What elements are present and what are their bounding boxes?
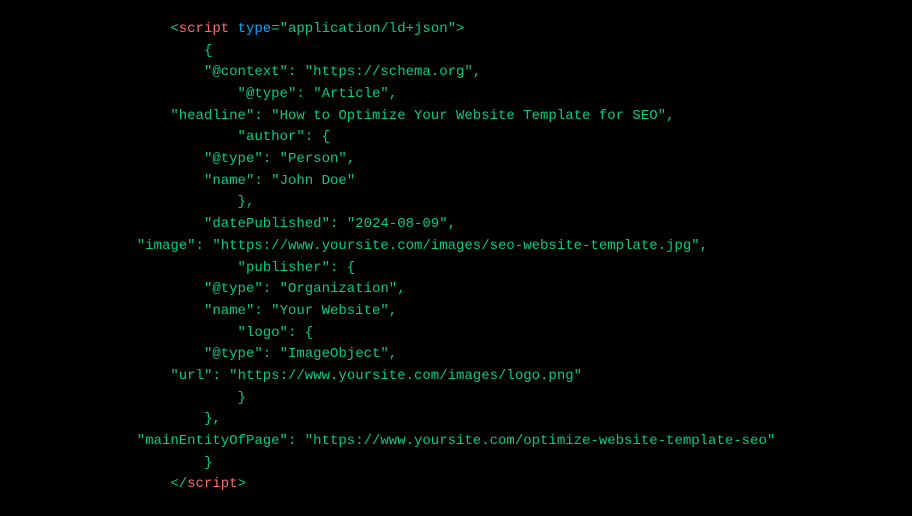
code-token: "name" [137, 303, 255, 319]
code-line: "@context": "https://schema.org", [137, 62, 776, 84]
code-token: "Organization" [280, 281, 398, 297]
code-line: "datePublished": "2024-08-09", [137, 214, 776, 236]
code-token: { [137, 43, 213, 59]
code-token: = [271, 21, 279, 37]
code-token: : { [330, 260, 355, 276]
code-token: "@context" [137, 64, 288, 80]
code-token: script [187, 476, 237, 492]
code-line: "name": "John Doe" [137, 171, 776, 193]
code-token: , [389, 86, 397, 102]
code-token: "How to Optimize Your Website Template f… [271, 108, 666, 124]
code-token: : [196, 238, 213, 254]
code-token: "publisher" [137, 260, 330, 276]
code-token: : [263, 346, 280, 362]
code-line: "@type": "ImageObject", [137, 344, 776, 366]
code-token: "mainEntityOfPage" [137, 433, 288, 449]
code-token: : { [288, 325, 313, 341]
code-token: , [666, 108, 674, 124]
code-token: "@type" [137, 346, 263, 362]
code-token: "https://www.yoursite.com/images/seo-web… [212, 238, 699, 254]
code-line: } [137, 388, 776, 410]
code-token: > [456, 21, 464, 37]
code-token: script [179, 21, 229, 37]
code-token: : [288, 64, 305, 80]
code-token: , [473, 64, 481, 80]
code-token: "https://schema.org" [305, 64, 473, 80]
code-token: }, [137, 194, 255, 210]
code-token: : [254, 173, 271, 189]
code-line: "publisher": { [137, 258, 776, 280]
code-token: "image" [137, 238, 196, 254]
code-token: : { [305, 129, 330, 145]
code-token: : [254, 108, 271, 124]
code-line: <script type="application/ld+json"> [137, 19, 776, 41]
code-token: "logo" [137, 325, 288, 341]
code-token: , [389, 303, 397, 319]
code-line: }, [137, 409, 776, 431]
code-line: } [137, 453, 776, 475]
code-token: "Article" [313, 86, 389, 102]
code-token: "2024-08-09" [347, 216, 448, 232]
code-line: }, [137, 192, 776, 214]
code-line: "author": { [137, 127, 776, 149]
code-token: "url" [137, 368, 213, 384]
code-line: "mainEntityOfPage": "https://www.yoursit… [137, 431, 776, 453]
code-line: "logo": { [137, 323, 776, 345]
code-token: "name" [137, 173, 255, 189]
code-token: "application/ld+json" [280, 21, 456, 37]
code-line: "@type": "Organization", [137, 279, 776, 301]
code-token: "Person" [280, 151, 347, 167]
code-token: } [137, 390, 246, 406]
code-token: < [137, 21, 179, 37]
code-token: "John Doe" [271, 173, 355, 189]
code-token: , [347, 151, 355, 167]
code-token: "author" [137, 129, 305, 145]
code-token: > [238, 476, 246, 492]
code-display: <script type="application/ld+json"> { "@… [137, 0, 776, 516]
code-token: : [288, 433, 305, 449]
code-token: "@type" [137, 281, 263, 297]
code-token: } [137, 455, 213, 471]
code-token: "Your Website" [271, 303, 389, 319]
code-line: </script> [137, 474, 776, 496]
code-token: , [389, 346, 397, 362]
code-line: "@type": "Article", [137, 84, 776, 106]
code-token: , [397, 281, 405, 297]
code-line: "headline": "How to Optimize Your Websit… [137, 106, 776, 128]
code-token: : [330, 216, 347, 232]
code-line: "image": "https://www.yoursite.com/image… [137, 236, 776, 258]
code-token: , [700, 238, 708, 254]
code-token: : [254, 303, 271, 319]
code-token: }, [137, 411, 221, 427]
code-token: , [448, 216, 456, 232]
code-line: { [137, 41, 776, 63]
code-token: "datePublished" [137, 216, 330, 232]
code-line: "name": "Your Website", [137, 301, 776, 323]
code-line: "@type": "Person", [137, 149, 776, 171]
code-token: "ImageObject" [280, 346, 389, 362]
code-token: : [263, 151, 280, 167]
code-token: type [229, 21, 271, 37]
code-token: "https://www.yoursite.com/images/logo.pn… [229, 368, 582, 384]
code-token: "headline" [137, 108, 255, 124]
code-token: : [212, 368, 229, 384]
code-token: "https://www.yoursite.com/optimize-websi… [305, 433, 775, 449]
code-token: : [263, 281, 280, 297]
code-token: "@type" [137, 151, 263, 167]
code-token: "@type" [137, 86, 297, 102]
code-token: </ [137, 476, 187, 492]
code-line: "url": "https://www.yoursite.com/images/… [137, 366, 776, 388]
code-token: : [296, 86, 313, 102]
